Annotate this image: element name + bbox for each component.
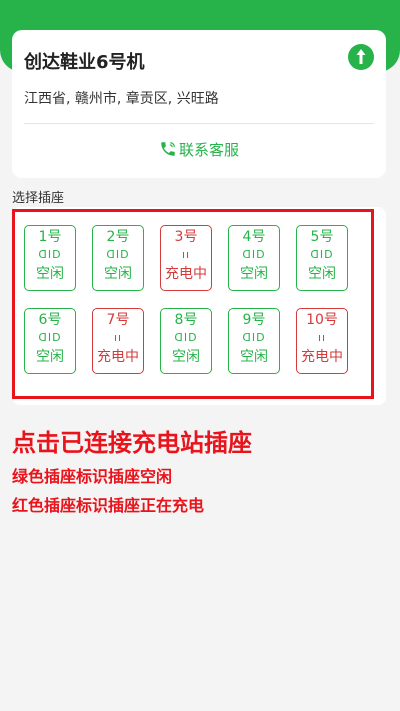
socket-number: 3号 — [174, 229, 198, 245]
plug-icon: ᗡID — [310, 248, 334, 261]
instruction-main: 点击已连接充电站插座 — [12, 429, 252, 457]
plug-icon: ᗡID — [242, 331, 266, 344]
plug-icon: ıı — [181, 248, 191, 261]
socket-status: 空闲 — [240, 349, 268, 365]
socket-1[interactable]: 1号 ᗡID 空闲 — [24, 225, 76, 291]
phone-icon — [161, 142, 175, 156]
instruction-red: 红色插座标识插座正在充电 — [12, 496, 205, 515]
station-name: 创达鞋业6号机 — [24, 52, 145, 73]
socket-number: 1号 — [38, 229, 62, 245]
socket-status: 空闲 — [36, 349, 64, 365]
socket-number: 7号 — [106, 312, 130, 328]
section-label: 选择插座 — [12, 191, 65, 206]
socket-5[interactable]: 5号 ᗡID 空闲 — [296, 225, 348, 291]
socket-status: 空闲 — [36, 266, 64, 282]
socket-number: 2号 — [106, 229, 130, 245]
plug-icon: ᗡID — [174, 331, 198, 344]
socket-10[interactable]: 10号 ıı 充电中 — [296, 308, 348, 374]
socket-number: 6号 — [38, 312, 62, 328]
navigation-arrow-icon[interactable] — [348, 44, 374, 70]
socket-3[interactable]: 3号 ıı 充电中 — [160, 225, 212, 291]
socket-number: 9号 — [242, 312, 266, 328]
socket-status: 空闲 — [172, 349, 200, 365]
socket-9[interactable]: 9号 ᗡID 空闲 — [228, 308, 280, 374]
contact-service-button[interactable]: 联系客服 — [12, 139, 386, 160]
plug-icon: ıı — [317, 331, 327, 344]
socket-2[interactable]: 2号 ᗡID 空闲 — [92, 225, 144, 291]
plug-icon: ᗡID — [38, 248, 62, 261]
socket-panel: 1号 ᗡID 空闲 2号 ᗡID 空闲 3号 ıı 充电中 4号 ᗡID 空闲 5号 ᗡID 空闲 6号 ᗡID… — [12, 207, 386, 405]
socket-status: 空闲 — [308, 266, 336, 282]
socket-status: 充电中 — [165, 266, 207, 282]
instruction-green: 绿色插座标识插座空闲 — [12, 467, 173, 486]
socket-status: 充电中 — [301, 349, 343, 365]
station-address: 江西省, 赣州市, 章贡区, 兴旺路 — [24, 91, 219, 107]
socket-6[interactable]: 6号 ᗡID 空闲 — [24, 308, 76, 374]
socket-status: 空闲 — [240, 266, 268, 282]
socket-8[interactable]: 8号 ᗡID 空闲 — [160, 308, 212, 374]
divider — [24, 123, 374, 124]
plug-icon: ᗡID — [38, 331, 62, 344]
socket-number: 4号 — [242, 229, 266, 245]
station-card: 创达鞋业6号机 江西省, 赣州市, 章贡区, 兴旺路 联系客服 — [12, 30, 386, 178]
socket-4[interactable]: 4号 ᗡID 空闲 — [228, 225, 280, 291]
contact-label: 联系客服 — [178, 141, 239, 159]
socket-7[interactable]: 7号 ıı 充电中 — [92, 308, 144, 374]
plug-icon: ᗡID — [106, 248, 130, 261]
plug-icon: ᗡID — [242, 248, 266, 261]
socket-number: 10号 — [306, 312, 338, 328]
socket-number: 8号 — [174, 312, 198, 328]
socket-status: 空闲 — [104, 266, 132, 282]
plug-icon: ıı — [113, 331, 123, 344]
socket-number: 5号 — [310, 229, 334, 245]
socket-status: 充电中 — [97, 349, 139, 365]
